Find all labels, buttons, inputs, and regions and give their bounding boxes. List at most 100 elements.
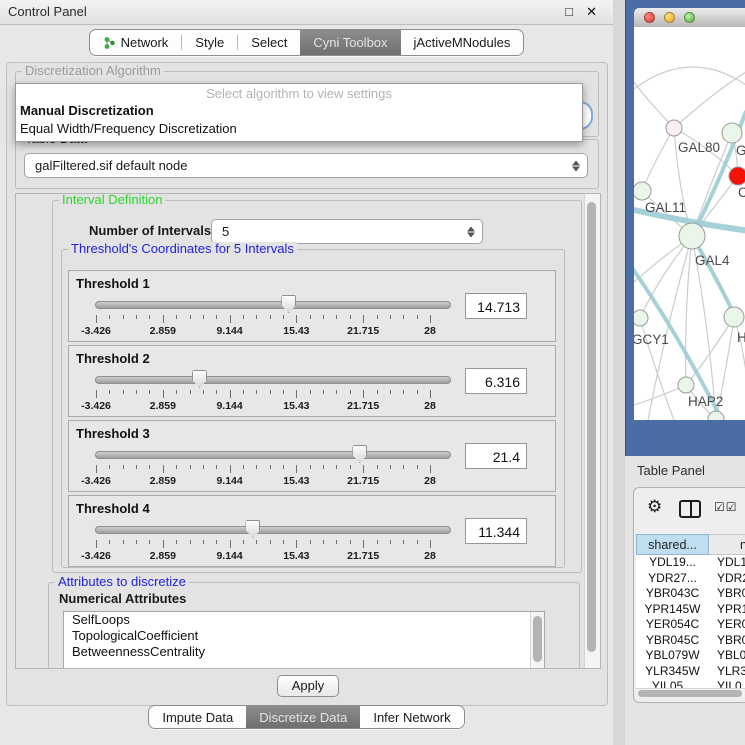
cell-name[interactable]: YBR0 <box>709 586 745 602</box>
threshold-value-field[interactable]: 6.316 <box>465 368 527 394</box>
float-window-icon[interactable]: □ <box>565 4 573 19</box>
cell-name[interactable]: YBL0 <box>709 648 745 664</box>
tab-impute-data[interactable]: Impute Data <box>149 706 246 728</box>
cell-shared-name[interactable]: YBR043C <box>636 586 709 602</box>
scrollbar-thumb[interactable] <box>638 690 742 697</box>
threshold-slider[interactable]: -3.4262.8599.14415.4321.71528 <box>95 447 451 487</box>
table-row[interactable]: YER054CYER0 <box>636 617 745 633</box>
network-edge[interactable] <box>634 67 745 89</box>
scrollbar-thumb[interactable] <box>587 202 596 652</box>
network-canvas[interactable]: GAL80GCGAL11GAL4GCY1HHAP2 <box>634 27 745 420</box>
table-row[interactable]: YBR045CYBR0 <box>636 633 745 649</box>
cell-shared-name[interactable]: YBL079W <box>636 648 709 664</box>
slider-tick <box>363 465 364 473</box>
table-row[interactable]: YBR043CYBR0 <box>636 586 745 602</box>
slider-tick <box>176 390 177 394</box>
slider-thumb[interactable] <box>245 520 260 538</box>
apply-button[interactable]: Apply <box>277 675 339 697</box>
column-header-name[interactable]: n <box>709 534 745 555</box>
slider-thumb[interactable] <box>352 445 367 463</box>
network-edge[interactable] <box>640 236 692 318</box>
split-columns-icon[interactable] <box>679 500 701 518</box>
attribute-list-item[interactable]: SelfLoops <box>64 612 544 628</box>
cell-shared-name[interactable]: YPR145W <box>636 602 709 618</box>
table-row[interactable]: YPR145WYPR1 <box>636 602 745 618</box>
cell-shared-name[interactable]: YER054C <box>636 617 709 633</box>
slider-tick <box>270 390 271 394</box>
node-label: C <box>738 185 745 200</box>
tab-discretize-data[interactable]: Discretize Data <box>246 706 360 728</box>
table-row[interactable]: YDL19...YDL1 <box>636 555 745 571</box>
network-edge[interactable] <box>634 82 674 128</box>
close-icon[interactable]: ✕ <box>586 4 597 20</box>
gear-icon[interactable]: ⚙ <box>647 497 662 517</box>
slider-thumb[interactable] <box>192 370 207 388</box>
slider-tick <box>363 540 364 548</box>
slider-tick <box>283 315 284 319</box>
slider-track[interactable] <box>95 376 451 384</box>
network-edge[interactable] <box>642 128 674 191</box>
cell-shared-name[interactable]: YDR27... <box>636 571 709 587</box>
threshold-value-field[interactable]: 21.4 <box>465 443 527 469</box>
cell-name[interactable]: YER0 <box>709 617 745 633</box>
network-graph[interactable]: GAL80GCGAL11GAL4GCY1HHAP2 <box>634 27 745 420</box>
network-node[interactable] <box>708 411 724 420</box>
network-node[interactable] <box>678 377 694 393</box>
tab-select[interactable]: Select <box>238 30 300 55</box>
cell-shared-name[interactable]: YLR345W <box>636 664 709 680</box>
table-row[interactable]: YBL079WYBL0 <box>636 648 745 664</box>
threshold-value-field[interactable]: 14.713 <box>465 293 527 319</box>
tab-cyni-toolbox[interactable]: Cyni Toolbox <box>300 30 400 55</box>
slider-tick <box>109 540 110 544</box>
attribute-list-item[interactable]: BetweennessCentrality <box>64 644 544 660</box>
slider-tick <box>96 315 97 323</box>
tab-network[interactable]: Network <box>90 30 182 55</box>
numerical-attributes-list[interactable]: SelfLoopsTopologicalCoefficientBetweenne… <box>63 611 545 669</box>
column-header-shared-name[interactable]: shared... <box>636 534 709 555</box>
slider-tick <box>203 390 204 394</box>
threshold-slider[interactable]: -3.4262.8599.14415.4321.71528 <box>95 522 451 562</box>
network-node[interactable] <box>722 123 742 143</box>
close-traffic-light-icon[interactable] <box>644 12 655 23</box>
table-horizontal-scrollbar[interactable] <box>636 688 745 698</box>
slider-tick <box>350 315 351 319</box>
cell-shared-name[interactable]: YDL19... <box>636 555 709 571</box>
cell-name[interactable]: YDR2 <box>709 571 745 587</box>
attributes-list-scrollbar[interactable] <box>530 612 544 669</box>
cell-name[interactable]: YDL1 <box>709 555 745 571</box>
table-row[interactable]: YLR345WYLR3 <box>636 664 745 680</box>
slider-track[interactable] <box>95 301 451 309</box>
table-row[interactable]: YDR27...YDR2 <box>636 571 745 587</box>
tab-label: Cyni Toolbox <box>313 30 387 55</box>
settings-vertical-scrollbar[interactable] <box>584 194 600 668</box>
threshold-slider[interactable]: -3.4262.8599.14415.4321.71528 <box>95 297 451 337</box>
slider-track[interactable] <box>95 526 451 534</box>
zoom-traffic-light-icon[interactable] <box>684 12 695 23</box>
cell-name[interactable]: YPR1 <box>709 602 745 618</box>
minimize-traffic-light-icon[interactable] <box>664 12 675 23</box>
slider-track[interactable] <box>95 451 451 459</box>
tab-style[interactable]: Style <box>182 30 237 55</box>
cell-name[interactable]: YLR3 <box>709 664 745 680</box>
algorithm-option-manual[interactable]: Manual Discretization <box>16 102 582 120</box>
scrollbar-thumb[interactable] <box>533 616 542 662</box>
network-node-selected[interactable] <box>729 167 745 185</box>
attribute-list-item[interactable]: TopologicalCoefficient <box>64 628 544 644</box>
cell-shared-name[interactable]: YBR045C <box>636 633 709 649</box>
tab-jactivemnodules[interactable]: jActiveMNodules <box>401 30 524 55</box>
select-columns-checkbox-icons[interactable]: ☑☑ <box>714 500 738 514</box>
slider-thumb[interactable] <box>281 295 296 313</box>
cell-name[interactable]: YBR0 <box>709 633 745 649</box>
network-edge[interactable] <box>674 72 745 128</box>
network-node[interactable] <box>634 182 651 200</box>
network-node[interactable] <box>679 223 705 249</box>
network-node[interactable] <box>724 307 744 327</box>
tab-infer-network[interactable]: Infer Network <box>360 706 463 728</box>
network-node[interactable] <box>634 310 648 326</box>
algorithm-option-equal-width[interactable]: Equal Width/Frequency Discretization <box>16 120 582 138</box>
table-data-combobox[interactable]: galFiltered.sif default node <box>24 153 588 178</box>
network-node[interactable] <box>666 120 682 136</box>
algorithm-placeholder-item[interactable]: Select algorithm to view settings <box>16 85 582 102</box>
threshold-slider[interactable]: -3.4262.8599.14415.4321.71528 <box>95 372 451 412</box>
threshold-value-field[interactable]: 11.344 <box>465 518 527 544</box>
